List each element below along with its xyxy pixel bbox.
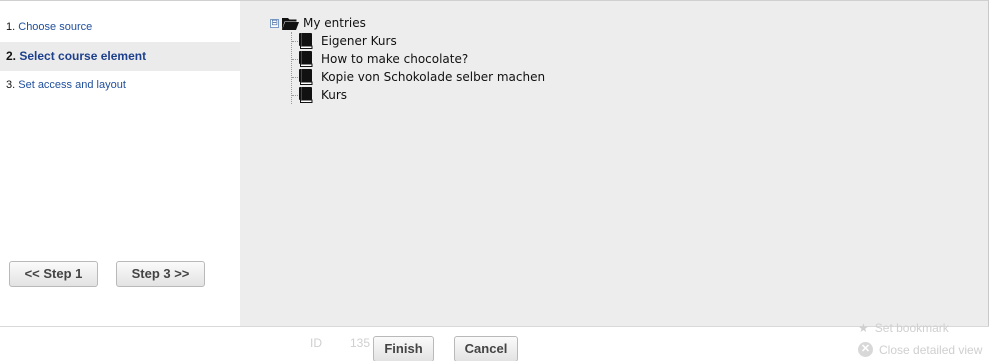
- star-icon: ★: [858, 321, 869, 335]
- wizard-step-2[interactable]: 2. Select course element: [0, 42, 240, 71]
- course-tree: ⊟ My entries Eigener Kurs How to make ch…: [270, 14, 545, 104]
- dialog-footer: ID 135 ★ Set bookmark ✕ Close detailed v…: [0, 321, 989, 361]
- tree-item-label[interactable]: Kurs: [321, 86, 347, 104]
- cancel-button[interactable]: Cancel: [454, 336, 518, 361]
- wizard-step-label[interactable]: Set access and layout: [18, 79, 126, 91]
- tree-item[interactable]: How to make chocolate?: [292, 50, 545, 68]
- book-icon: [299, 87, 313, 103]
- wizard-step-label[interactable]: Choose source: [18, 21, 92, 33]
- tree-root-node[interactable]: ⊟ My entries: [270, 14, 545, 32]
- course-tree-panel: ⊟ My entries Eigener Kurs How to make ch…: [240, 0, 989, 326]
- wizard-step-3[interactable]: 3. Set access and layout: [0, 71, 240, 100]
- next-step-button[interactable]: Step 3 >>: [116, 261, 205, 287]
- background-bookmark-label: Set bookmark: [874, 321, 949, 335]
- close-icon: ✕: [858, 342, 873, 357]
- finish-button[interactable]: Finish: [373, 336, 434, 361]
- tree-item[interactable]: Kopie von Schokolade selber machen: [292, 68, 545, 86]
- tree-item-label[interactable]: How to make chocolate?: [321, 50, 468, 68]
- book-icon: [299, 69, 313, 85]
- wizard-step-list: 1. Choose source 2. Select course elemen…: [0, 13, 240, 100]
- tree-item[interactable]: Kurs: [292, 86, 545, 104]
- tree-item-label[interactable]: Eigener Kurs: [321, 32, 397, 50]
- background-id-value: 135: [350, 336, 371, 350]
- book-icon: [299, 33, 313, 49]
- previous-step-button[interactable]: << Step 1: [9, 261, 98, 287]
- book-icon: [299, 51, 313, 67]
- wizard-step-number: 3.: [6, 79, 16, 91]
- wizard-step-number: 2.: [6, 49, 17, 63]
- wizard-steps-panel: 1. Choose source 2. Select course elemen…: [0, 0, 240, 326]
- wizard-step-label[interactable]: Select course element: [19, 49, 146, 63]
- collapse-toggle-icon[interactable]: ⊟: [270, 18, 279, 28]
- background-id-label: ID: [310, 336, 322, 350]
- wizard-step-number: 1.: [6, 21, 16, 33]
- background-bookmark-link: ★ Set bookmark: [858, 321, 949, 335]
- background-close-link: ✕ Close detailed view: [858, 342, 982, 357]
- wizard-step-1[interactable]: 1. Choose source: [0, 13, 240, 42]
- open-folder-icon: [282, 17, 299, 30]
- background-close-label: Close detailed view: [879, 342, 983, 357]
- tree-item[interactable]: Eigener Kurs: [292, 32, 545, 50]
- tree-children: Eigener Kurs How to make chocolate? Kopi…: [291, 32, 545, 104]
- tree-root-label[interactable]: My entries: [303, 14, 366, 32]
- tree-item-label[interactable]: Kopie von Schokolade selber machen: [321, 68, 545, 86]
